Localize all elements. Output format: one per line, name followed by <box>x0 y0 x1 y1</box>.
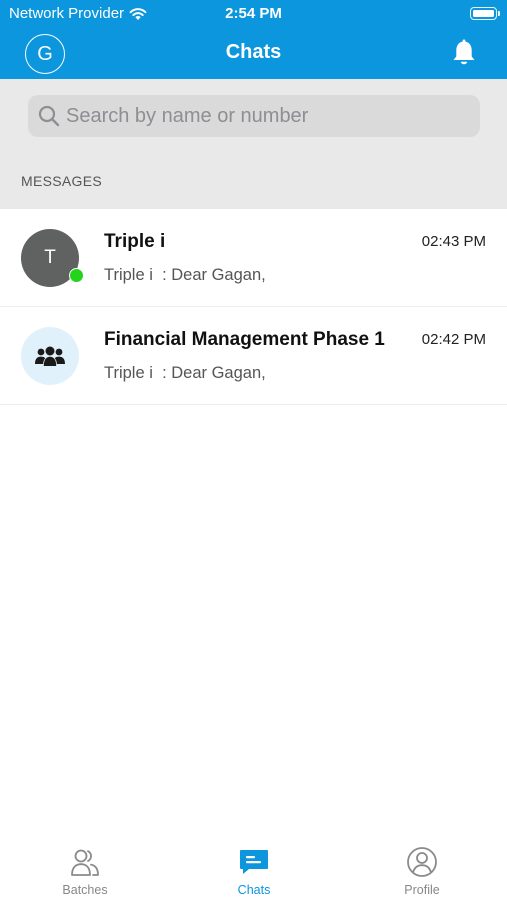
tab-bar: Batches Chats Profile <box>0 836 507 900</box>
bell-icon[interactable] <box>449 38 479 68</box>
search-input[interactable] <box>66 104 456 128</box>
status-time: 2:54 PM <box>225 5 282 22</box>
top-bar: Network Provider 2:54 PM G Chats <box>0 0 507 79</box>
group-icon <box>35 346 65 366</box>
batches-icon <box>71 849 99 876</box>
search-area: MESSAGES <box>0 79 507 209</box>
tab-label: Chats <box>237 883 271 897</box>
section-label-messages: MESSAGES <box>21 173 102 189</box>
chat-row-financial-management[interactable]: Financial Management Phase 1 02:42 PM Tr… <box>0 307 507 405</box>
tab-batches[interactable]: Batches <box>25 846 145 900</box>
battery-icon <box>470 7 500 20</box>
chats-screen: Network Provider 2:54 PM G Chats Search … <box>0 0 507 900</box>
app-header: G Chats <box>0 28 507 79</box>
chat-time: 02:42 PM <box>421 331 486 348</box>
tab-label: Batches <box>62 883 108 897</box>
chat-name: Triple i <box>104 231 166 252</box>
chat-icon <box>240 850 268 874</box>
tab-profile[interactable]: Profile <box>362 846 482 900</box>
search-icon <box>38 105 60 127</box>
chat-preview: Triple i : Dear Gagan, <box>104 266 266 284</box>
chat-row-triple-i[interactable]: T Triple i 02:43 PM Triple i : Dear Gaga… <box>0 209 507 307</box>
tab-chats[interactable]: Chats <box>194 846 314 900</box>
status-bar: Network Provider 2:54 PM <box>0 0 507 28</box>
profile-icon <box>407 847 437 877</box>
online-status-dot <box>69 268 84 283</box>
contact-avatar-letter: T <box>44 247 56 268</box>
search-bar[interactable] <box>28 95 480 137</box>
page-title: Chats <box>225 41 282 63</box>
group-avatar <box>21 327 79 385</box>
chat-preview: Triple i : Dear Gagan, <box>104 364 266 382</box>
chat-name: Financial Management Phase 1 <box>104 329 385 350</box>
tab-label: Profile <box>404 883 440 897</box>
chat-time: 02:43 PM <box>421 233 486 250</box>
chat-list: T Triple i 02:43 PM Triple i : Dear Gaga… <box>0 209 507 405</box>
